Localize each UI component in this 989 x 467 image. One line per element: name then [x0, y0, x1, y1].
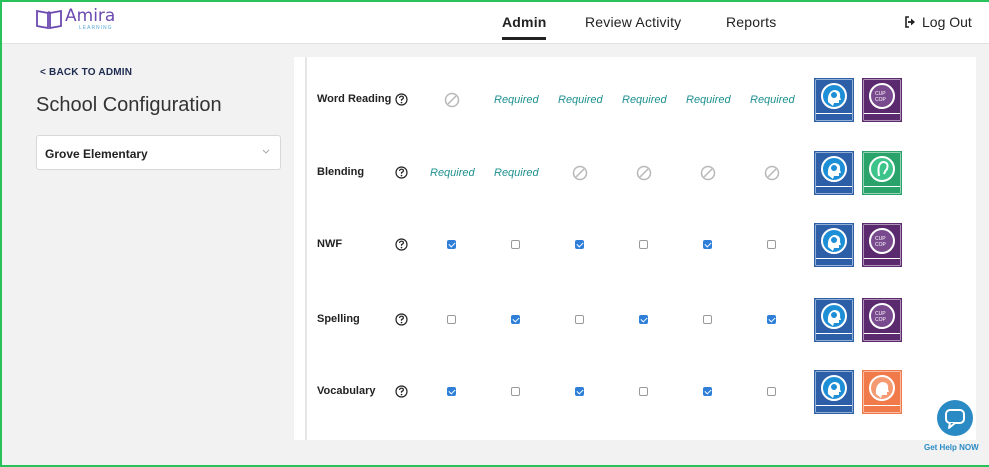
assessment-checkbox[interactable] — [575, 387, 584, 396]
assessment-checkbox[interactable] — [511, 387, 520, 396]
school-select-value: Grove Elementary — [45, 147, 148, 161]
help-circle-icon[interactable] — [395, 166, 408, 179]
nav-active-underline — [502, 37, 546, 40]
badge-decoding: CUP COP — [861, 77, 903, 123]
nav-reports[interactable]: Reports — [726, 14, 776, 30]
row-label-nwf: NWF — [317, 238, 343, 250]
not-applicable-icon — [636, 165, 652, 181]
assessment-checkbox[interactable] — [639, 240, 648, 249]
not-applicable-icon — [444, 92, 460, 108]
get-help-label[interactable]: Get Help NOW — [924, 443, 979, 452]
row-label-blending: Blending — [317, 166, 365, 178]
required-label: Required — [494, 167, 539, 179]
assessment-checkbox[interactable] — [447, 240, 456, 249]
not-applicable-icon — [700, 165, 716, 181]
help-circle-icon[interactable] — [395, 313, 408, 326]
badge-decoding: CUP COP — [861, 297, 903, 343]
assessment-checkbox[interactable] — [511, 315, 520, 324]
assessment-checkbox[interactable] — [447, 315, 456, 324]
page-title: School Configuration — [36, 94, 222, 116]
badge-dyslexia-screener — [813, 77, 855, 123]
back-to-admin-link[interactable]: < BACK TO ADMIN — [40, 67, 132, 78]
assessment-checkbox[interactable] — [703, 315, 712, 324]
required-label: Required — [750, 94, 795, 106]
assessment-checkbox[interactable] — [639, 315, 648, 324]
required-label: Required — [494, 94, 539, 106]
help-circle-icon[interactable] — [395, 385, 408, 398]
logout-button[interactable]: Log Out — [904, 14, 972, 30]
badge-dyslexia-screener — [813, 222, 855, 268]
assessment-checkbox[interactable] — [575, 315, 584, 324]
help-circle-icon[interactable] — [395, 93, 408, 106]
badge-phonemic-awareness — [861, 150, 903, 196]
required-label: Required — [622, 94, 667, 106]
row-label-vocabulary: Vocabulary — [317, 385, 376, 397]
logout-label: Log Out — [922, 14, 972, 30]
logo-subtitle: LEARNING — [79, 25, 113, 31]
top-header: Amira LEARNING Admin Review Activity Rep… — [2, 2, 989, 44]
badge-dyslexia-screener — [813, 150, 855, 196]
assessment-checkbox[interactable] — [447, 387, 456, 396]
row-label-spelling: Spelling — [317, 313, 360, 325]
logo-name: Amira — [65, 6, 116, 26]
assessment-checkbox[interactable] — [575, 240, 584, 249]
school-select[interactable]: Grove Elementary — [36, 135, 281, 170]
help-circle-icon[interactable] — [395, 238, 408, 251]
svg-text:COP: COP — [875, 317, 887, 323]
svg-text:COP: COP — [875, 97, 887, 103]
badge-dyslexia-screener — [813, 297, 855, 343]
nav-review-activity[interactable]: Review Activity — [585, 14, 681, 30]
badge-dyslexia-screener — [813, 369, 855, 415]
assessment-checkbox[interactable] — [703, 387, 712, 396]
badge-decoding: CUP COP — [861, 222, 903, 268]
assessment-checkbox[interactable] — [767, 240, 776, 249]
assessment-checkbox[interactable] — [703, 240, 712, 249]
assessment-checkbox[interactable] — [767, 387, 776, 396]
assessment-checkbox[interactable] — [639, 387, 648, 396]
chevron-down-icon — [262, 149, 270, 154]
required-label: Required — [430, 167, 475, 179]
row-label-word-reading: Word Reading — [317, 93, 392, 105]
badge-comprehension — [861, 369, 903, 415]
svg-text:COP: COP — [875, 242, 887, 248]
assessment-checkbox[interactable] — [511, 240, 520, 249]
panel-divider — [305, 57, 307, 440]
book-logo-icon — [36, 9, 62, 30]
amira-logo[interactable]: Amira LEARNING — [35, 8, 115, 31]
required-label: Required — [558, 94, 603, 106]
nav-admin[interactable]: Admin — [502, 14, 547, 30]
required-label: Required — [686, 94, 731, 106]
logout-icon — [905, 16, 915, 28]
assessment-checkbox[interactable] — [767, 315, 776, 324]
get-help-button[interactable] — [937, 400, 973, 436]
not-applicable-icon — [572, 165, 588, 181]
not-applicable-icon — [764, 165, 780, 181]
